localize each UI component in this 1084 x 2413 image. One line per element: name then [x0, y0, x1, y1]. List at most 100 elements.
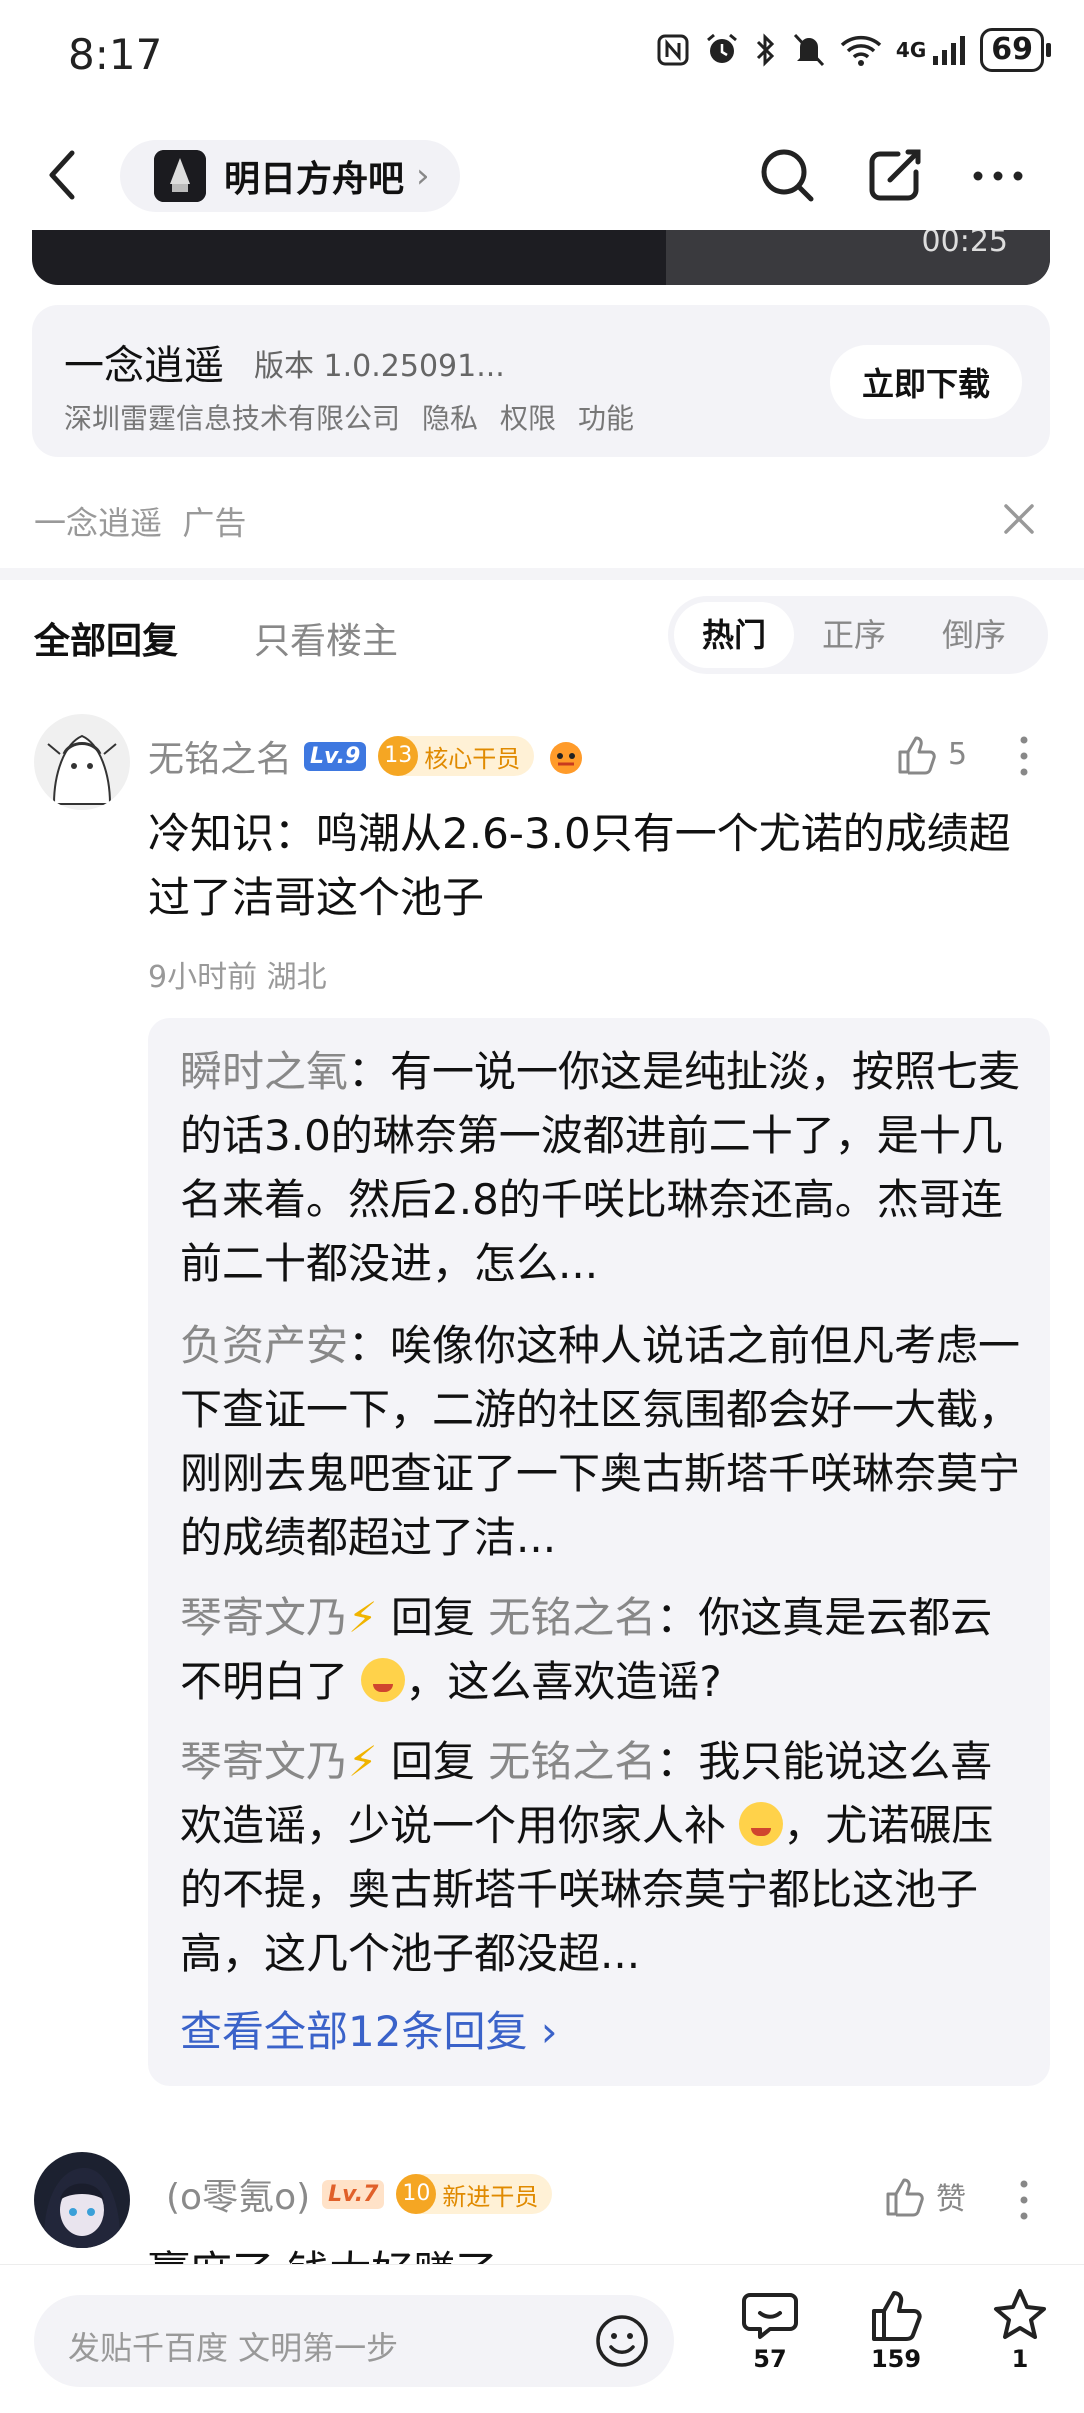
- star-icon: [994, 2289, 1046, 2339]
- laughing-emoji-icon: [739, 1802, 784, 1846]
- battery-indicator: 69: [980, 28, 1051, 72]
- reply-target[interactable]: 无铭之名: [488, 1737, 656, 1786]
- reply-item[interactable]: 负资产安：唉像你这种人说话之前但凡考虑一下查证一下，二游的社区氛围都会好一大截，…: [180, 1314, 1022, 1570]
- like-count: 5: [948, 736, 968, 772]
- back-button[interactable]: [42, 145, 92, 205]
- forum-name: 明日方舟吧: [224, 159, 405, 200]
- member-badge: 13 核心干员: [378, 736, 535, 776]
- wifi-icon: [840, 35, 882, 66]
- favorites-count: 1: [1011, 2345, 1029, 2373]
- reply-username[interactable]: 瞬时之氧: [180, 1047, 348, 1096]
- avatar[interactable]: [34, 2152, 130, 2248]
- bluetooth-icon: [756, 33, 775, 67]
- username[interactable]: 无铭之名: [148, 730, 292, 782]
- ad-link-privacy[interactable]: 隐私: [422, 397, 478, 437]
- search-button[interactable]: [752, 140, 824, 212]
- avatar[interactable]: [34, 714, 130, 810]
- tab-all-replies[interactable]: 全部回复: [34, 612, 178, 664]
- back-arrow-icon: [49, 150, 75, 200]
- close-icon: [1004, 504, 1034, 534]
- more-icon: [973, 171, 1023, 181]
- sort-toggle: 热门 正序 倒序: [668, 596, 1048, 674]
- post-likes-count: 159: [870, 2345, 922, 2373]
- reply-item[interactable]: 瞬时之氧：有一说一你这是纯扯淡，按照七麦的话3.0的琳奈第一波都进前二十了，是十…: [180, 1040, 1022, 1296]
- favorite-button[interactable]: 1: [990, 2285, 1050, 2373]
- laughing-emoji-icon: [361, 1658, 406, 1702]
- tab-owner-only[interactable]: 只看楼主: [254, 612, 398, 664]
- download-button[interactable]: 立即下载: [830, 345, 1022, 419]
- reply-placeholder: 发贴千百度 文明第一步: [68, 2329, 399, 2367]
- more-button[interactable]: [962, 140, 1034, 212]
- sort-hot[interactable]: 热门: [674, 602, 794, 668]
- username[interactable]: (o零氪o): [166, 2168, 310, 2220]
- lightning-icon: ⚡: [348, 1593, 378, 1642]
- ad-source-name: 一念逍遥: [34, 504, 163, 542]
- video-player[interactable]: 00:25: [32, 230, 1050, 285]
- reply-target[interactable]: 无铭之名: [488, 1593, 656, 1642]
- like-label: 赞: [936, 2182, 966, 2217]
- view-all-replies-link[interactable]: 查看全部12条回复 ›: [180, 1998, 558, 2059]
- search-icon: [761, 149, 814, 202]
- ad-tag: 广告: [182, 504, 247, 542]
- post-like-button[interactable]: 159: [866, 2285, 926, 2373]
- ad-source: 一念逍遥 广告: [34, 498, 246, 544]
- comment-more-button[interactable]: [1016, 2178, 1032, 2222]
- emoji-button[interactable]: [594, 2313, 650, 2369]
- level-badge: Lv.7: [322, 2179, 385, 2209]
- forum-chevron-icon: ›: [416, 156, 430, 196]
- status-time: 8:17: [68, 30, 163, 79]
- forum-pill[interactable]: 明日方舟吧 ›: [120, 140, 460, 212]
- like-button[interactable]: 5: [894, 732, 967, 776]
- vertical-dots-icon: [1020, 2180, 1028, 2220]
- nfc-icon: [657, 34, 689, 66]
- comments-button[interactable]: 57: [740, 2285, 800, 2373]
- comment-header: 无铭之名 Lv.9 13 核心干员: [148, 730, 586, 782]
- fire-emoji-icon: [550, 742, 583, 774]
- comments-count: 57: [753, 2345, 787, 2373]
- comment-text: 冷知识：鸣潮从2.6-3.0只有一个尤诺的成绩超过了洁哥这个池子: [148, 809, 1011, 922]
- reply-word: 回复: [390, 1737, 475, 1786]
- reply-item[interactable]: 琴寄文乃⚡ 回复 无铭之名：你这真是云都云不明白了 ，这么喜欢造谣?: [180, 1586, 1022, 1714]
- bottom-bar: 发贴千百度 文明第一步 57 159 1: [0, 2264, 1084, 2413]
- ad-info-row: 深圳雷霆信息技术有限公司 隐私 权限 功能: [64, 397, 634, 437]
- comment-location: 湖北: [266, 960, 327, 995]
- comment-icon: [742, 2293, 798, 2339]
- video-duration: 00:25: [921, 230, 1008, 259]
- reply-item[interactable]: 琴寄文乃⚡ 回复 无铭之名：我只能说这么喜欢造谣，少说一个用你家人补 ，尤诺碾压…: [180, 1730, 1022, 1986]
- badge-text: 核心干员: [424, 744, 521, 773]
- section-divider: [0, 568, 1084, 580]
- ad-link-features[interactable]: 功能: [578, 397, 634, 437]
- thumbs-up-icon: [872, 2291, 922, 2341]
- alarm-icon: [706, 33, 737, 63]
- badge-text: 新进干员: [442, 2182, 539, 2211]
- sort-descending[interactable]: 倒序: [914, 602, 1034, 668]
- thumbs-up-icon: [886, 2178, 924, 2217]
- edit-icon: [869, 149, 921, 201]
- signal-icon: [933, 36, 966, 65]
- forum-logo: [154, 150, 206, 202]
- vertical-dots-icon: [1020, 736, 1028, 776]
- reply-username[interactable]: 琴寄文乃: [180, 1737, 348, 1786]
- comment-time: 9小时前: [148, 960, 258, 995]
- badge-level: 10: [396, 2174, 437, 2214]
- reply-input[interactable]: 发贴千百度 文明第一步: [34, 2295, 674, 2387]
- smiley-icon: [596, 2315, 648, 2367]
- comment-more-button[interactable]: [1016, 734, 1032, 778]
- reply-text-cont: ，这么喜欢造谣?: [405, 1657, 722, 1706]
- lightning-icon: ⚡: [348, 1737, 378, 1786]
- sort-ascending[interactable]: 正序: [794, 602, 914, 668]
- network-label: 4G: [895, 38, 927, 62]
- reply-username[interactable]: 琴寄文乃: [180, 1593, 348, 1642]
- level-badge: Lv.9: [304, 741, 367, 771]
- comment-header: (o零氪o) Lv.7 10 新进干员: [166, 2168, 553, 2220]
- ad-card[interactable]: 一念逍遥 版本 1.0.25091... 深圳雷霆信息技术有限公司 隐私 权限 …: [32, 305, 1050, 457]
- reply-word: 回复: [390, 1593, 475, 1642]
- like-button[interactable]: 赞: [882, 2174, 966, 2218]
- edit-button[interactable]: [858, 140, 930, 212]
- reply-username[interactable]: 负资产安: [180, 1321, 348, 1370]
- ad-close-button[interactable]: [1002, 502, 1036, 536]
- ad-link-permissions[interactable]: 权限: [500, 397, 556, 437]
- ad-app-name: 一念逍遥: [64, 343, 224, 389]
- reply-box: 瞬时之氧：有一说一你这是纯扯淡，按照七麦的话3.0的琳奈第一波都进前二十了，是十…: [148, 1018, 1050, 2086]
- member-badge: 10 新进干员: [396, 2174, 553, 2214]
